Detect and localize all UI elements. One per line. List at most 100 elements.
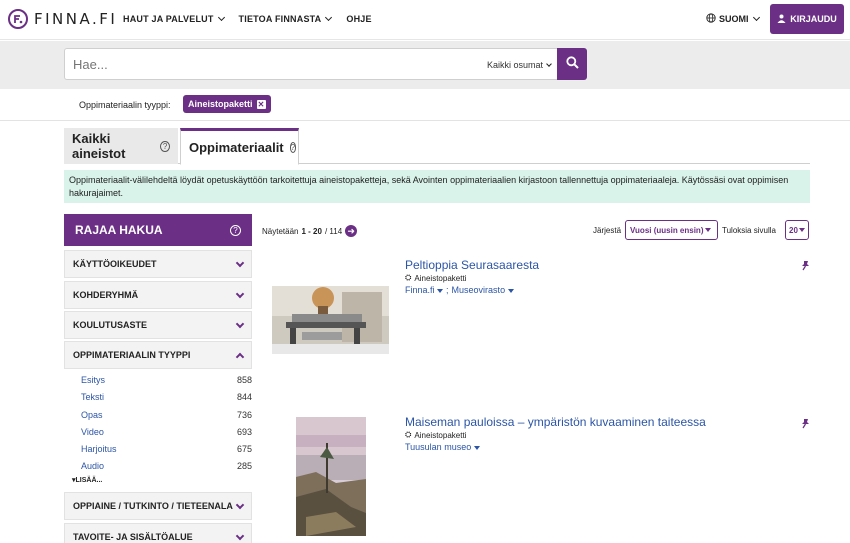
- source-separator: ;: [446, 285, 449, 295]
- facet-kohderyhma[interactable]: KOHDERYHMÄ: [64, 281, 252, 309]
- facet-item-count: 675: [236, 444, 252, 455]
- search-band: Kaikki osumat: [0, 41, 850, 89]
- nav-label: HAUT JA PALVELUT: [123, 14, 214, 24]
- facet-label: KOHDERYHMÄ: [73, 290, 139, 300]
- info-banner: Oppimateriaalit-välilehdeltä löydät opet…: [64, 170, 810, 203]
- active-filters: Oppimateriaalin tyyppi: Aineistopaketti …: [0, 89, 850, 121]
- facet-tavoite[interactable]: TAVOITE- JA SISÄLTÖALUE: [64, 523, 252, 543]
- login-label: KIRJAUDU: [790, 14, 837, 24]
- facet-item-count: 285: [236, 461, 252, 472]
- help-icon[interactable]: ?: [289, 142, 297, 153]
- chevron-down-icon: [235, 500, 245, 509]
- result-thumbnail[interactable]: [272, 262, 389, 354]
- facet-kayttooikeudet[interactable]: KÄYTTÖOIKEUDET: [64, 250, 252, 278]
- nav-tietoa-finnasta[interactable]: TIETOA FINNASTA: [238, 13, 333, 24]
- sidebar-title: RAJAA HAKUA: [75, 223, 163, 237]
- facet-oppimateriaalin-tyyppi[interactable]: OPPIMATERIAALIN TYYPPI: [64, 341, 252, 369]
- result-title-link[interactable]: Maiseman pauloissa – ympäristön kuvaamin…: [405, 415, 706, 429]
- chevron-down-icon: [235, 258, 245, 267]
- per-page-select[interactable]: 20: [785, 220, 809, 240]
- search-box: Kaikki osumat: [64, 48, 557, 80]
- search-scope-label: Kaikki osumat: [486, 60, 543, 70]
- language-selector[interactable]: SUOMI: [706, 13, 760, 25]
- finna-logo[interactable]: FINNA.FI: [8, 9, 117, 29]
- facet-item-count: 693: [236, 426, 252, 437]
- search-input[interactable]: [73, 57, 453, 72]
- facet-item[interactable]: Harjoitus 675: [64, 441, 252, 458]
- search-scope-select[interactable]: Kaikki osumat: [486, 60, 552, 70]
- search-tabs: Kaikki aineistot ? Oppimateriaalit ?: [64, 128, 810, 165]
- sort-select[interactable]: Vuosi (uusin ensin): [625, 220, 718, 240]
- facet-item-label: Teksti: [81, 392, 105, 403]
- source-label: Tuusulan museo: [405, 442, 472, 452]
- source-link[interactable]: Tuusulan museo: [405, 442, 480, 452]
- login-button[interactable]: KIRJAUDU: [770, 4, 844, 34]
- search-button[interactable]: [557, 48, 587, 80]
- caret-down-icon: [507, 289, 514, 293]
- filter-label: Oppimateriaalin tyyppi:: [79, 100, 171, 110]
- finna-logo-icon: [8, 9, 28, 29]
- sidebar-header: RAJAA HAKUA ?: [64, 214, 252, 246]
- filter-chip-aineistopaketti[interactable]: Aineistopaketti ✕: [183, 95, 271, 113]
- source-label: Finna.fi: [405, 285, 435, 295]
- result-format-label: Aineistopaketti: [414, 430, 467, 440]
- help-icon[interactable]: ?: [160, 140, 170, 152]
- caret-down-icon: [437, 289, 444, 293]
- result-title-link[interactable]: Peltioppia Seurasaaresta: [405, 258, 539, 272]
- nav-label: OHJE: [346, 14, 372, 24]
- user-icon: [777, 14, 786, 25]
- per-page-value: 20: [789, 225, 798, 235]
- facet-label: KÄYTTÖOIKEUDET: [73, 259, 157, 269]
- help-icon[interactable]: ?: [230, 224, 241, 236]
- facet-item[interactable]: Audio 285: [64, 458, 252, 475]
- facet-item[interactable]: Video 693: [64, 424, 252, 441]
- facet-item-count: 858: [236, 375, 252, 385]
- facet-item-count: 844: [236, 392, 252, 403]
- facet-item-count: 736: [236, 409, 252, 420]
- result-sources: Finna.fi ; Museovirasto: [405, 285, 514, 295]
- chevron-up-icon: [235, 352, 245, 361]
- result-range: 1 - 20: [301, 226, 322, 236]
- result-total: / 114: [324, 226, 343, 236]
- pin-icon[interactable]: [800, 260, 811, 274]
- facet-type-list: Esitys 858 Teksti 844 Opas 736 Video 693 Har…: [64, 372, 252, 476]
- facet-koulutusaste[interactable]: KOULUTUSASTE: [64, 311, 252, 339]
- source-link[interactable]: Finna.fi: [405, 285, 444, 295]
- package-icon: ⛭: [405, 273, 412, 282]
- arrow-right-icon[interactable]: ➜: [345, 225, 358, 237]
- chevron-down-icon: [217, 13, 225, 22]
- result-thumbnail[interactable]: [296, 417, 366, 536]
- facet-label: KOULUTUSASTE: [73, 320, 147, 330]
- source-label: Museovirasto: [451, 285, 506, 295]
- caret-down-icon: [705, 228, 712, 232]
- facet-item[interactable]: Opas 736: [64, 407, 252, 424]
- tab-label: Oppimateriaalit: [189, 140, 284, 155]
- close-icon[interactable]: ✕: [256, 99, 266, 109]
- chevron-down-icon: [325, 13, 333, 22]
- language-label: SUOMI: [719, 14, 749, 24]
- chevron-down-icon: [235, 319, 245, 328]
- brand-name: FINNA.FI: [34, 10, 118, 28]
- facet-item[interactable]: Teksti 844: [64, 389, 252, 406]
- nav-ohje[interactable]: OHJE: [346, 14, 371, 24]
- filter-chip-label: Aineistopaketti: [188, 99, 253, 109]
- show-more-link[interactable]: ▾LISÄÄ...: [72, 476, 102, 484]
- nav-haut-ja-palvelut[interactable]: HAUT JA PALVELUT: [123, 13, 225, 24]
- package-icon: ⛭: [405, 430, 412, 439]
- globe-icon: [706, 13, 716, 25]
- sort-label: Järjestä: [593, 226, 622, 235]
- facet-label: OPPIAINE / TUTKINTO / TIETEENALA: [73, 501, 233, 511]
- pin-icon[interactable]: [800, 418, 811, 432]
- caret-down-icon: [473, 446, 480, 450]
- result-format: ⛭ Aineistopaketti: [405, 273, 466, 283]
- nav-label: TIETOA FINNASTA: [238, 14, 322, 24]
- source-link[interactable]: Museovirasto: [452, 285, 514, 295]
- main-nav: HAUT JA PALVELUT TIETOA FINNASTA OHJE: [123, 13, 372, 24]
- tab-oppimateriaalit[interactable]: Oppimateriaalit ?: [180, 128, 299, 165]
- caret-down-icon: [798, 228, 805, 232]
- chevron-down-icon: [235, 289, 245, 298]
- facet-item[interactable]: Esitys 858: [64, 372, 252, 389]
- tab-kaikki-aineistot[interactable]: Kaikki aineistot ?: [64, 128, 178, 164]
- facet-oppiaine[interactable]: OPPIAINE / TUTKINTO / TIETEENALA: [64, 492, 252, 520]
- result-format: ⛭ Aineistopaketti: [405, 430, 466, 440]
